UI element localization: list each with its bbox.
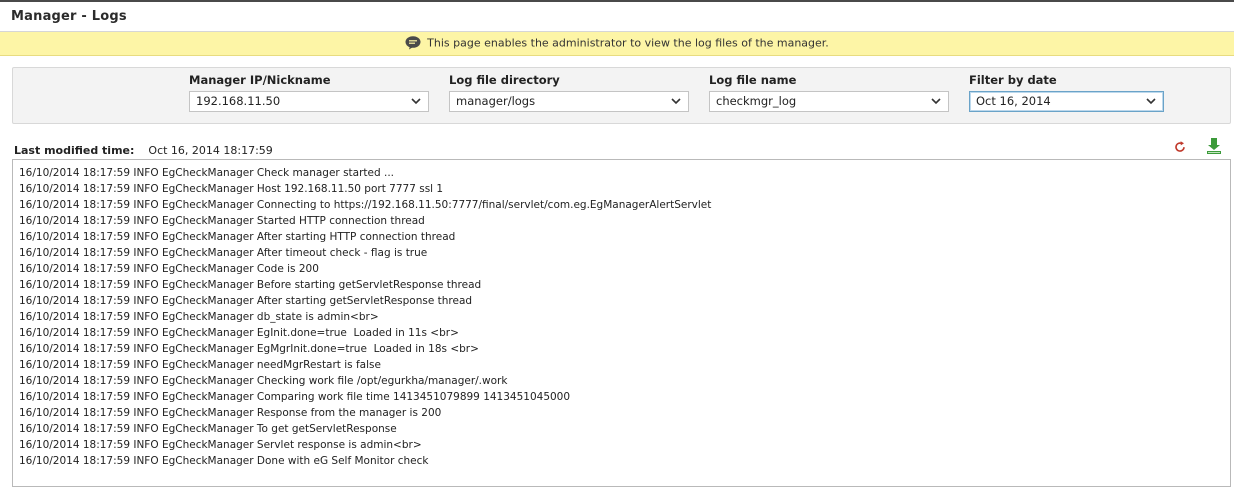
file-label: Log file name bbox=[709, 73, 797, 87]
log-line: 16/10/2014 18:17:59 INFO EgCheckManager … bbox=[19, 455, 429, 467]
log-line: 16/10/2014 18:17:59 INFO EgCheckManager … bbox=[19, 295, 473, 307]
log-line: 16/10/2014 18:17:59 INFO EgCheckManager … bbox=[19, 215, 425, 227]
directory-label: Log file directory bbox=[449, 73, 560, 87]
refresh-icon[interactable] bbox=[1173, 140, 1187, 154]
chevron-down-icon bbox=[411, 98, 421, 105]
log-line: 16/10/2014 18:17:59 INFO EgCheckManager … bbox=[19, 167, 395, 179]
log-line: 16/10/2014 18:17:59 INFO EgCheckManager … bbox=[19, 231, 456, 243]
log-line: 16/10/2014 18:17:59 INFO EgCheckManager … bbox=[19, 343, 479, 355]
speech-bubble-icon bbox=[405, 36, 421, 50]
log-line: 16/10/2014 18:17:59 INFO EgCheckManager … bbox=[19, 183, 444, 195]
chevron-down-icon bbox=[1146, 98, 1156, 105]
info-banner-text: This page enables the administrator to v… bbox=[427, 36, 829, 50]
log-viewer[interactable]: 16/10/2014 18:17:59 INFO EgCheckManager … bbox=[12, 159, 1231, 487]
page-title: Manager - Logs bbox=[11, 9, 127, 24]
last-modified-label: Last modified time: bbox=[14, 144, 135, 157]
manager-select[interactable]: 192.168.11.50 bbox=[189, 91, 429, 112]
log-line: 16/10/2014 18:17:59 INFO EgCheckManager … bbox=[19, 327, 459, 339]
directory-filter: Log file directory manager/logs bbox=[449, 73, 689, 112]
log-lines: 16/10/2014 18:17:59 INFO EgCheckManager … bbox=[19, 165, 711, 469]
chevron-down-icon bbox=[931, 98, 941, 105]
last-modified-value: Oct 16, 2014 18:17:59 bbox=[148, 144, 273, 157]
log-line: 16/10/2014 18:17:59 INFO EgCheckManager … bbox=[19, 263, 319, 275]
log-line: 16/10/2014 18:17:59 INFO EgCheckManager … bbox=[19, 391, 571, 403]
date-label: Filter by date bbox=[969, 73, 1057, 87]
log-line: 16/10/2014 18:17:59 INFO EgCheckManager … bbox=[19, 407, 442, 419]
log-line: 16/10/2014 18:17:59 INFO EgCheckManager … bbox=[19, 247, 428, 259]
directory-select[interactable]: manager/logs bbox=[449, 91, 689, 112]
filter-panel: Manager IP/Nickname 192.168.11.50 Log fi… bbox=[12, 67, 1231, 124]
log-line: 16/10/2014 18:17:59 INFO EgCheckManager … bbox=[19, 279, 482, 291]
log-line: 16/10/2014 18:17:59 INFO EgCheckManager … bbox=[19, 359, 381, 371]
date-select-value: Oct 16, 2014 bbox=[976, 94, 1051, 108]
log-line: 16/10/2014 18:17:59 INFO EgCheckManager … bbox=[19, 375, 508, 387]
date-filter: Filter by date Oct 16, 2014 bbox=[969, 73, 1164, 112]
info-banner: This page enables the administrator to v… bbox=[0, 32, 1234, 56]
log-line: 16/10/2014 18:17:59 INFO EgCheckManager … bbox=[19, 439, 422, 451]
manager-select-value: 192.168.11.50 bbox=[196, 94, 281, 108]
chevron-down-icon bbox=[671, 98, 681, 105]
download-icon[interactable] bbox=[1205, 137, 1223, 155]
file-filter: Log file name checkmgr_log bbox=[709, 73, 949, 112]
file-select-value: checkmgr_log bbox=[716, 94, 797, 108]
manager-label: Manager IP/Nickname bbox=[189, 73, 331, 87]
log-line: 16/10/2014 18:17:59 INFO EgCheckManager … bbox=[19, 423, 397, 435]
log-line: 16/10/2014 18:17:59 INFO EgCheckManager … bbox=[19, 199, 712, 211]
directory-select-value: manager/logs bbox=[456, 94, 536, 108]
manager-filter: Manager IP/Nickname 192.168.11.50 bbox=[189, 73, 429, 112]
date-select[interactable]: Oct 16, 2014 bbox=[969, 91, 1164, 112]
title-bar: Manager - Logs bbox=[0, 2, 1234, 32]
file-select[interactable]: checkmgr_log bbox=[709, 91, 949, 112]
last-modified: Last modified time: Oct 16, 2014 18:17:59 bbox=[14, 144, 273, 157]
log-line: 16/10/2014 18:17:59 INFO EgCheckManager … bbox=[19, 311, 379, 323]
